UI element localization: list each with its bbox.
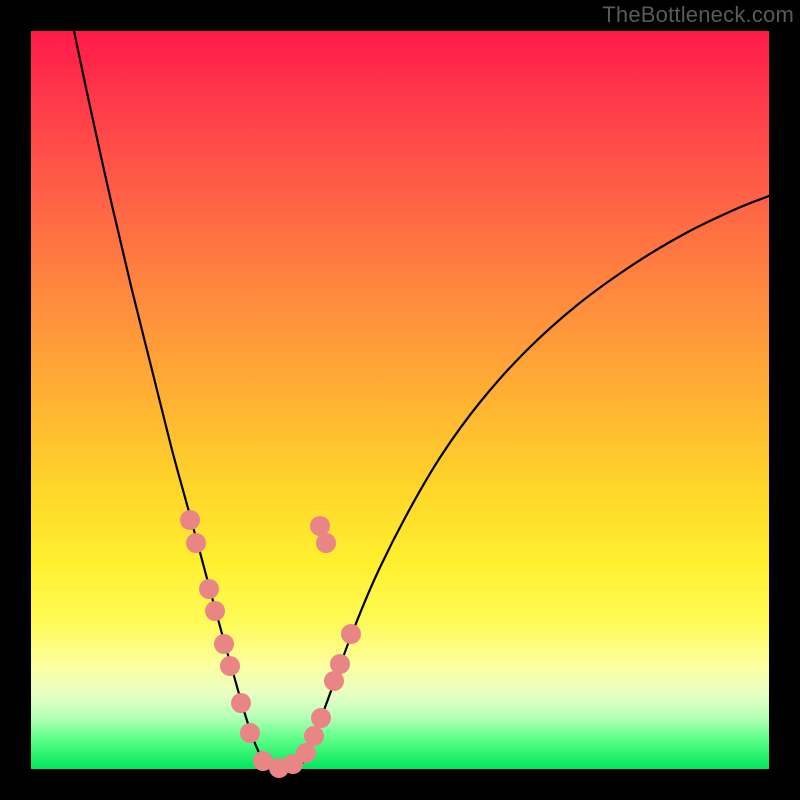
marker-dot bbox=[240, 723, 260, 743]
marker-dot bbox=[220, 656, 240, 676]
marker-dot bbox=[205, 601, 225, 621]
bottleneck-curve bbox=[74, 31, 769, 768]
marker-group bbox=[180, 510, 361, 778]
marker-dot bbox=[214, 634, 234, 654]
marker-dot bbox=[186, 533, 206, 553]
plot-area bbox=[31, 31, 769, 769]
marker-dot bbox=[324, 671, 344, 691]
marker-dot bbox=[180, 510, 200, 530]
marker-dot bbox=[330, 654, 350, 674]
watermark-text: TheBottleneck.com bbox=[602, 2, 794, 28]
marker-dot bbox=[304, 726, 324, 746]
marker-dot bbox=[316, 533, 336, 553]
marker-dot bbox=[341, 624, 361, 644]
chart-frame: TheBottleneck.com bbox=[0, 0, 800, 800]
marker-dot bbox=[310, 516, 330, 536]
marker-dot bbox=[231, 693, 251, 713]
marker-dot bbox=[296, 743, 316, 763]
marker-dot bbox=[199, 579, 219, 599]
marker-dot bbox=[311, 708, 331, 728]
curve-layer bbox=[31, 31, 769, 769]
